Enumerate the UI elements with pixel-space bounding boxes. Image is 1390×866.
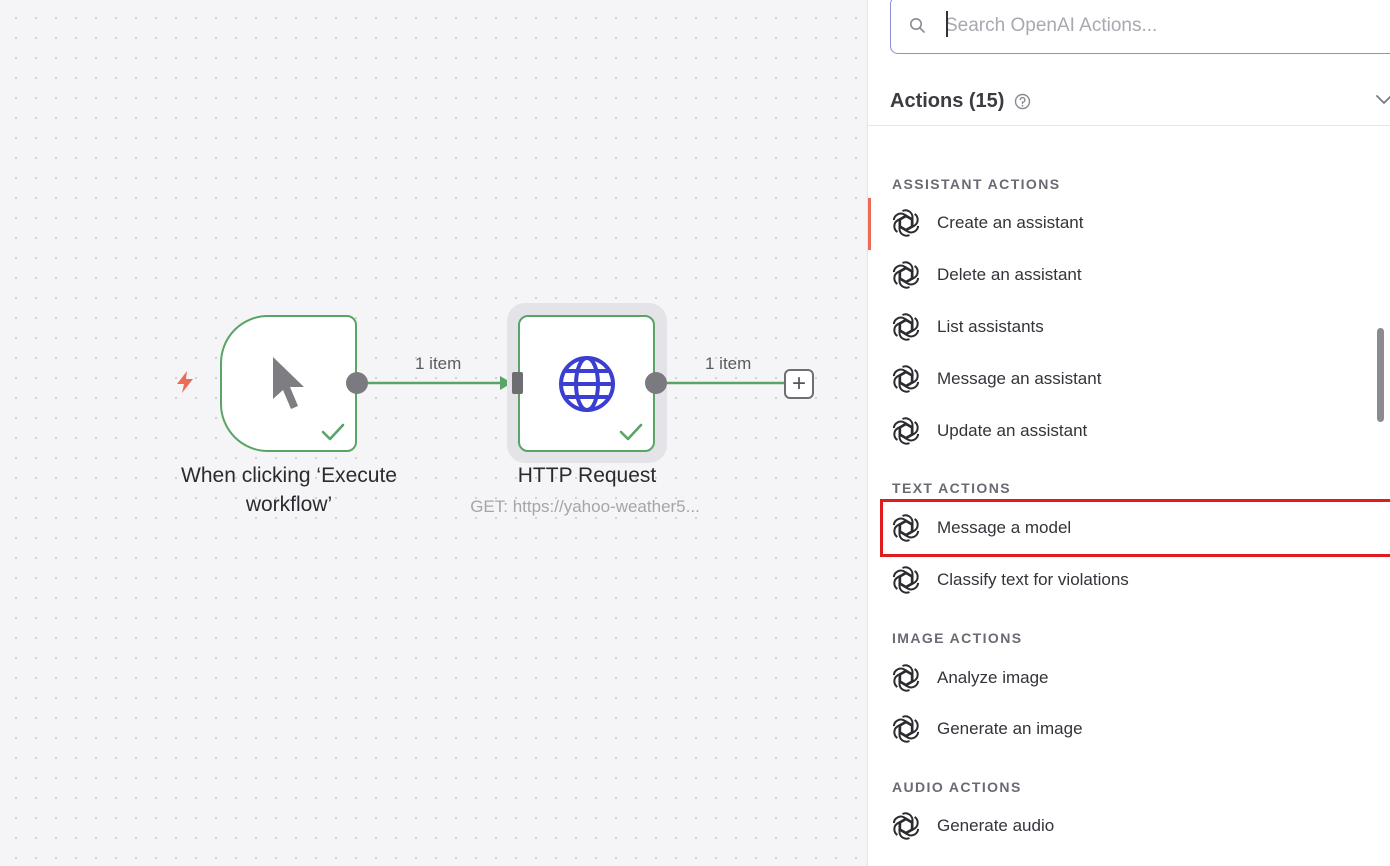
action-label: Generate an image xyxy=(937,719,1083,738)
help-circle-icon[interactable] xyxy=(1014,93,1031,110)
action-item-list-assistants[interactable]: List assistants xyxy=(880,304,1390,350)
action-item-update-assistant[interactable]: Update an assistant xyxy=(880,408,1390,454)
node-creator-panel: Actions (15) ASSISTANT ACTIONS Create an… xyxy=(867,0,1390,866)
action-label: Generate audio xyxy=(937,816,1055,835)
openai-logo-icon xyxy=(890,311,922,343)
output-port[interactable] xyxy=(645,372,667,394)
search-icon xyxy=(910,18,925,33)
openai-logo-icon xyxy=(890,662,922,694)
edge-item-count: 1 item xyxy=(705,354,752,373)
text-caret xyxy=(946,11,948,37)
node-title: When clicking ‘Execute workflow’ xyxy=(181,464,397,516)
workflow-canvas[interactable]: 1 item 1 item + When clicking ‘Execute w… xyxy=(0,0,867,866)
action-label: Update an assistant xyxy=(937,421,1088,440)
mouse-pointer-icon xyxy=(272,356,304,409)
section-heading: ASSISTANT ACTIONS xyxy=(892,176,1061,192)
openai-logo-icon xyxy=(890,259,922,291)
action-label: Message an assistant xyxy=(937,369,1102,388)
search-input[interactable] xyxy=(945,9,1385,43)
input-port[interactable] xyxy=(512,372,523,394)
action-item-delete-assistant[interactable]: Delete an assistant xyxy=(880,252,1390,298)
action-item-classify-text[interactable]: Classify text for violations xyxy=(880,557,1390,603)
actions-title: Actions (15) xyxy=(890,89,1005,112)
openai-logo-icon xyxy=(890,207,922,239)
output-port[interactable] xyxy=(346,372,368,394)
node-title: HTTP Request xyxy=(517,464,657,487)
checkmark-icon xyxy=(321,423,345,441)
checkmark-icon xyxy=(619,423,643,441)
action-label: Classify text for violations xyxy=(937,570,1129,589)
openai-logo-icon xyxy=(890,415,922,447)
http-request-node[interactable] xyxy=(518,315,655,452)
action-label: Create an assistant xyxy=(937,213,1084,232)
action-item-analyze-image[interactable]: Analyze image xyxy=(880,655,1390,701)
openai-logo-icon xyxy=(890,713,922,745)
globe-icon xyxy=(558,355,615,412)
actions-header[interactable]: Actions (15) xyxy=(890,80,1390,122)
add-node-button[interactable]: + xyxy=(784,369,814,399)
highlight-annotation xyxy=(880,499,1390,557)
edge-item-count: 1 item xyxy=(415,354,462,373)
action-item-generate-image[interactable]: Generate an image xyxy=(880,706,1390,752)
action-item-generate-audio[interactable]: Generate audio xyxy=(880,803,1390,849)
node-subtitle: GET: https://yahoo-weather5... xyxy=(470,497,700,516)
action-label: List assistants xyxy=(937,317,1044,336)
section-heading: AUDIO ACTIONS xyxy=(892,779,1022,795)
openai-logo-icon xyxy=(890,564,922,596)
section-heading: IMAGE ACTIONS xyxy=(892,630,1023,646)
action-label: Delete an assistant xyxy=(937,265,1082,284)
search-box[interactable] xyxy=(890,0,1390,54)
connections-layer xyxy=(357,376,784,390)
active-item-indicator xyxy=(868,198,871,250)
scrollbar-thumb[interactable] xyxy=(1377,328,1384,422)
openai-logo-icon xyxy=(890,363,922,395)
lightning-bolt-icon xyxy=(177,371,193,393)
action-item-message-assistant[interactable]: Message an assistant xyxy=(880,356,1390,402)
action-label: Analyze image xyxy=(937,668,1049,687)
divider xyxy=(868,125,1390,126)
openai-logo-icon xyxy=(890,810,922,842)
action-item-create-assistant[interactable]: Create an assistant xyxy=(880,200,1390,246)
section-heading: TEXT ACTIONS xyxy=(892,480,1011,496)
chevron-down-icon[interactable] xyxy=(1375,92,1390,106)
manual-trigger-node[interactable] xyxy=(220,315,357,452)
